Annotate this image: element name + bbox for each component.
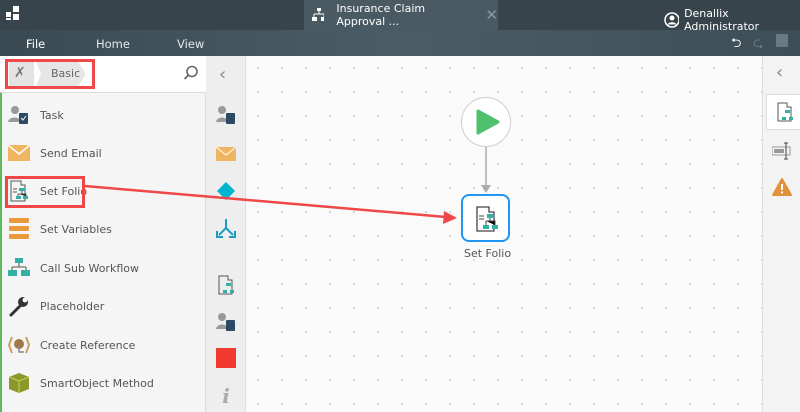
tab-title: Insurance Claim Approval ... bbox=[336, 2, 426, 28]
item-label: SmartObject Method bbox=[40, 376, 154, 390]
item-label: Placeholder bbox=[40, 299, 105, 313]
info-icon[interactable]: i bbox=[215, 384, 237, 408]
user-task-icon[interactable] bbox=[215, 311, 237, 333]
sub-workflow-icon bbox=[8, 257, 30, 279]
close-tab-icon[interactable]: ✕ bbox=[485, 6, 498, 24]
start-node[interactable] bbox=[461, 97, 511, 147]
collapse-right-icon[interactable]: ‹ bbox=[776, 62, 783, 83]
toolbox-item-set-variables[interactable]: Set Variables bbox=[8, 214, 112, 244]
rename-icon[interactable] bbox=[772, 142, 794, 160]
split-icon[interactable] bbox=[215, 218, 237, 240]
item-label: Call Sub Workflow bbox=[40, 261, 139, 275]
set-folio-node[interactable] bbox=[461, 194, 510, 242]
wrench-icon bbox=[8, 295, 30, 317]
toolbox-item-task[interactable]: Task bbox=[8, 100, 64, 130]
email-icon[interactable] bbox=[215, 143, 237, 165]
play-icon bbox=[476, 109, 500, 135]
connector-line[interactable] bbox=[480, 147, 492, 195]
tab-document[interactable]: Insurance Claim Approval ... ✕ bbox=[304, 0, 498, 30]
create-reference-icon bbox=[8, 334, 30, 356]
warning-icon[interactable] bbox=[772, 178, 792, 196]
set-variables-icon bbox=[8, 218, 30, 240]
save-icon[interactable] bbox=[776, 34, 788, 47]
toolbox-item-smartobject-method[interactable]: SmartObject Method bbox=[8, 368, 154, 398]
node-label: Set Folio bbox=[464, 247, 512, 260]
toolbox-item-create-reference[interactable]: Create Reference bbox=[8, 330, 135, 360]
smartobject-icon bbox=[8, 372, 30, 394]
menu-file[interactable]: File bbox=[26, 37, 45, 51]
annotation-box bbox=[5, 176, 85, 208]
menu-view[interactable]: View bbox=[177, 37, 204, 51]
design-canvas[interactable]: Set Folio bbox=[246, 56, 762, 412]
item-label: Create Reference bbox=[40, 338, 136, 352]
undo-icon[interactable]: ⮌ bbox=[731, 34, 741, 56]
toolbox-item-send-email[interactable]: Send Email bbox=[8, 138, 102, 168]
workflow-icon bbox=[312, 8, 325, 21]
user-avatar-icon bbox=[664, 12, 680, 28]
annotation-box bbox=[5, 59, 95, 89]
properties-tab[interactable] bbox=[766, 94, 800, 130]
app-grid-icon[interactable] bbox=[6, 6, 20, 20]
item-label: Set Variables bbox=[40, 222, 112, 236]
search-icon[interactable] bbox=[183, 65, 199, 81]
task-icon bbox=[8, 104, 30, 126]
toolbox-item-placeholder[interactable]: Placeholder bbox=[8, 291, 104, 321]
set-folio-icon[interactable] bbox=[215, 274, 237, 296]
item-label: Task bbox=[40, 108, 64, 122]
toolbox-item-call-sub-workflow[interactable]: Call Sub Workflow bbox=[8, 253, 139, 283]
collapse-left-icon[interactable]: ‹ bbox=[219, 64, 226, 85]
menu-home[interactable]: Home bbox=[96, 37, 130, 51]
properties-panel: ‹ bbox=[762, 56, 800, 412]
shapes-bar: ‹ i bbox=[206, 56, 246, 412]
toolbox-header: ✗ Basic bbox=[0, 56, 206, 93]
end-icon[interactable] bbox=[215, 347, 237, 369]
redo-icon[interactable]: ⮎ bbox=[753, 34, 763, 56]
decision-diamond-icon[interactable] bbox=[215, 180, 237, 202]
top-bar: Insurance Claim Approval ... ✕ Denallix … bbox=[0, 0, 800, 33]
email-icon bbox=[8, 142, 30, 164]
menu-bar: File Home View ⮌ ⮎ bbox=[0, 30, 800, 56]
set-folio-icon bbox=[777, 102, 793, 122]
task-icon[interactable] bbox=[215, 104, 237, 126]
item-label: Send Email bbox=[40, 146, 102, 160]
set-folio-icon bbox=[476, 206, 498, 232]
